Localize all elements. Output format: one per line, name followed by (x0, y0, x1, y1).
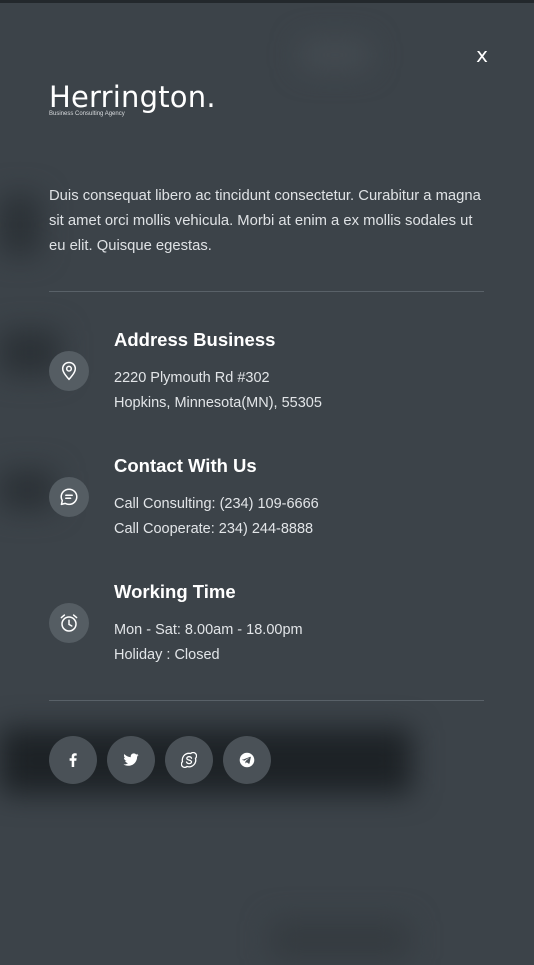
twitter-icon (123, 753, 139, 766)
logo-name: Herrington. (49, 80, 216, 114)
facebook-icon (69, 753, 77, 767)
hours-block: Working Time Mon - Sat: 8.00am - 18.00pm… (49, 580, 489, 680)
contact-title: Contact With Us (114, 455, 257, 476)
divider (49, 291, 484, 292)
telegram-icon (239, 752, 255, 768)
address-line-2: Hopkins, Minnesota(MN), 55305 (114, 395, 322, 411)
intro-text: Duis consequat libero ac tincidunt conse… (49, 188, 481, 254)
facebook-button[interactable] (49, 736, 97, 784)
divider (49, 700, 484, 701)
contact-cooperate-phone[interactable]: Call Cooperate: 234) 244-8888 (114, 519, 313, 539)
logo-tagline: Business Consulting Agency (49, 111, 125, 117)
contact-consulting-phone[interactable]: Call Consulting: (234) 109-6666 (114, 494, 319, 514)
hours-weekdays: Mon - Sat: 8.00am - 18.00pm (114, 622, 303, 638)
telegram-button[interactable] (223, 736, 271, 784)
offcanvas-info-panel: x Herrington. Business Consulting Agency… (0, 0, 534, 965)
alarm-clock-icon (49, 603, 89, 643)
address-block: Address Business 2220 Plymouth Rd #302 H… (49, 328, 489, 428)
chat-icon (49, 477, 89, 517)
contact-block: Contact With Us Call Consulting: (234) 1… (49, 454, 489, 554)
logo[interactable]: Herrington. Business Consulting Agency (49, 80, 224, 124)
twitter-button[interactable] (107, 736, 155, 784)
hours-holiday: Holiday : Closed (114, 647, 220, 663)
skype-icon (181, 752, 197, 768)
address-line-1: 2220 Plymouth Rd #302 (114, 370, 270, 386)
hours-title: Working Time (114, 581, 236, 602)
map-pin-icon (49, 351, 89, 391)
skype-button[interactable] (165, 736, 213, 784)
close-button[interactable]: x (472, 42, 492, 68)
address-title: Address Business (114, 329, 276, 350)
